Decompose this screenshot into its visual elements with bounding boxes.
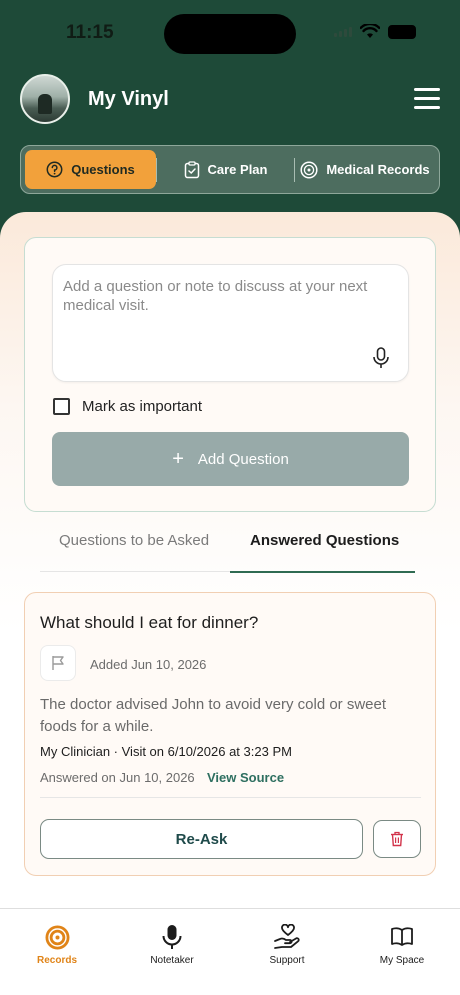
book-icon <box>388 923 416 951</box>
nav-label: Notetaker <box>150 955 194 966</box>
mark-important-checkbox[interactable] <box>53 398 70 415</box>
mark-important-row[interactable]: Mark as important <box>53 398 202 415</box>
tab-label: Medical Records <box>326 162 430 177</box>
mark-important-label: Mark as important <box>82 398 203 415</box>
wifi-icon <box>360 24 380 38</box>
re-ask-button[interactable]: Re-Ask <box>40 819 363 859</box>
nav-support[interactable]: Support <box>242 923 332 966</box>
tab-medical-records[interactable]: Medical Records <box>295 150 435 189</box>
nav-my-space[interactable]: My Space <box>357 923 447 966</box>
signal-icon <box>334 26 352 37</box>
add-question-card: Add a question or note to discuss at you… <box>24 237 436 512</box>
flag-icon <box>52 656 64 670</box>
battery-icon <box>388 24 416 39</box>
add-question-label: Add Question <box>197 450 289 468</box>
records-disc-icon <box>300 160 318 179</box>
divider <box>40 797 421 798</box>
page-title: My Vinyl <box>88 88 169 110</box>
hamburger-menu-icon[interactable] <box>414 88 440 110</box>
active-tab-indicator <box>230 571 415 573</box>
tab-answered-questions[interactable]: Answered Questions <box>250 532 399 549</box>
question-tabs: Questions to be Asked Answered Questions <box>40 522 415 573</box>
trash-icon <box>391 831 403 847</box>
question-input-placeholder: Add a question or note to discuss at you… <box>63 278 368 314</box>
re-ask-label: Re-Ask <box>175 830 228 848</box>
view-source-link[interactable]: View Source <box>207 770 284 785</box>
status-icons <box>334 24 416 39</box>
question-circle-icon <box>46 161 63 178</box>
status-time: 11:15 <box>66 22 114 43</box>
nav-label: Support <box>269 955 305 966</box>
app-header: My Vinyl <box>0 72 460 128</box>
delete-button[interactable] <box>373 820 421 858</box>
tab-questions[interactable]: Questions <box>25 150 156 189</box>
added-date: Added Jun 10, 2026 <box>90 657 207 672</box>
tab-label: Questions <box>71 162 135 177</box>
clinician-visit: My Clinician · Visit on 6/10/2026 at 3:2… <box>40 744 292 759</box>
microphone-icon[interactable] <box>372 347 390 369</box>
nav-label: Records <box>36 955 77 966</box>
microphone-icon <box>158 923 186 951</box>
avatar[interactable] <box>20 74 70 124</box>
status-bar: 11:15 <box>0 0 460 66</box>
answer-text: The doctor advised John to avoid very co… <box>40 696 387 735</box>
question-input[interactable]: Add a question or note to discuss at you… <box>52 264 409 382</box>
support-heart-hand-icon <box>273 923 301 951</box>
add-question-button[interactable]: + Add Question <box>52 432 409 486</box>
tab-care-plan[interactable]: Care Plan <box>157 150 294 189</box>
tab-label: Care Plan <box>207 162 268 177</box>
question-title: What should I eat for dinner? <box>40 613 259 632</box>
answered-date: Answered on Jun 10, 2026 <box>40 770 195 785</box>
main-content: Add a question or note to discuss at you… <box>0 212 460 912</box>
nav-label: My Space <box>379 955 425 966</box>
plus-icon: + <box>172 448 184 470</box>
answered-question-card: What should I eat for dinner? Added Jun … <box>24 592 436 876</box>
section-tabs: Questions Care Plan Medical Records <box>20 145 440 194</box>
bottom-nav: Records Notetaker Support My Space <box>0 908 460 995</box>
clipboard-check-icon <box>184 160 199 178</box>
nav-records[interactable]: Records <box>12 923 102 966</box>
nav-notetaker[interactable]: Notetaker <box>127 923 217 966</box>
dynamic-island <box>164 14 296 54</box>
records-icon <box>43 923 71 951</box>
tab-questions-to-be-asked[interactable]: Questions to be Asked <box>59 532 209 549</box>
flag-button[interactable] <box>40 645 76 681</box>
